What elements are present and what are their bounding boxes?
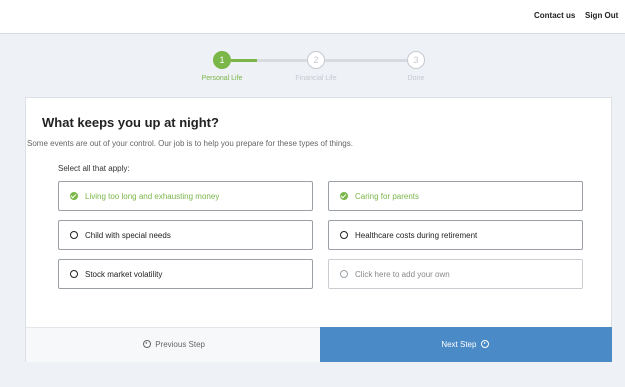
- step-2-label: Financial Life: [295, 75, 337, 82]
- step-progress-line: [231, 59, 257, 62]
- step-connector-line: [257, 59, 307, 62]
- step-1-label: Personal Life: [201, 75, 243, 82]
- top-nav-bar: Contact us Sign Out: [0, 0, 625, 34]
- option-stock-market-volatility[interactable]: Stock market volatility: [58, 259, 313, 289]
- question-subtitle: Some events are out of your control. Our…: [27, 139, 353, 148]
- check-circle-icon: [340, 192, 348, 200]
- previous-step-label: Previous Step: [155, 340, 206, 349]
- progress-stepper: 1 2 3 Personal Life Financial Life Done: [0, 47, 625, 87]
- option-label: Child with special needs: [85, 231, 171, 240]
- step-2-indicator: 2: [307, 51, 325, 69]
- radio-circle-icon: [340, 231, 348, 239]
- option-label: Click here to add your own: [355, 270, 450, 279]
- next-step-button[interactable]: Next Step: [320, 327, 612, 362]
- select-all-instruction: Select all that apply:: [58, 164, 130, 173]
- radio-circle-icon: [340, 270, 348, 278]
- option-label: Living too long and exhausting money: [85, 192, 220, 201]
- option-caring-for-parents[interactable]: Caring for parents: [328, 181, 583, 211]
- sign-out-link[interactable]: Sign Out: [585, 11, 618, 20]
- option-label: Caring for parents: [355, 192, 420, 201]
- arrow-right-circle-icon: [480, 339, 489, 348]
- contact-us-link[interactable]: Contact us: [534, 11, 575, 20]
- check-circle-icon: [70, 192, 78, 200]
- arrow-left-circle-icon: [142, 339, 151, 348]
- question-title: What keeps you up at night?: [42, 115, 219, 130]
- radio-circle-icon: [70, 231, 78, 239]
- previous-step-button[interactable]: Previous Step: [26, 327, 320, 362]
- option-healthcare-costs[interactable]: Healthcare costs during retirement: [328, 220, 583, 250]
- step-3-label: Done: [407, 75, 425, 82]
- step-1-indicator: 1: [213, 51, 231, 69]
- add-your-own-option[interactable]: Click here to add your own: [328, 259, 583, 289]
- step-3-indicator: 3: [407, 51, 425, 69]
- step-connector-line: [325, 59, 407, 62]
- option-label: Stock market volatility: [85, 270, 163, 279]
- question-card: What keeps you up at night? Some events …: [25, 97, 612, 362]
- option-label: Healthcare costs during retirement: [355, 231, 478, 240]
- option-child-special-needs[interactable]: Child with special needs: [58, 220, 313, 250]
- option-living-too-long[interactable]: Living too long and exhausting money: [58, 181, 313, 211]
- radio-circle-icon: [70, 270, 78, 278]
- next-step-label: Next Step: [441, 340, 477, 349]
